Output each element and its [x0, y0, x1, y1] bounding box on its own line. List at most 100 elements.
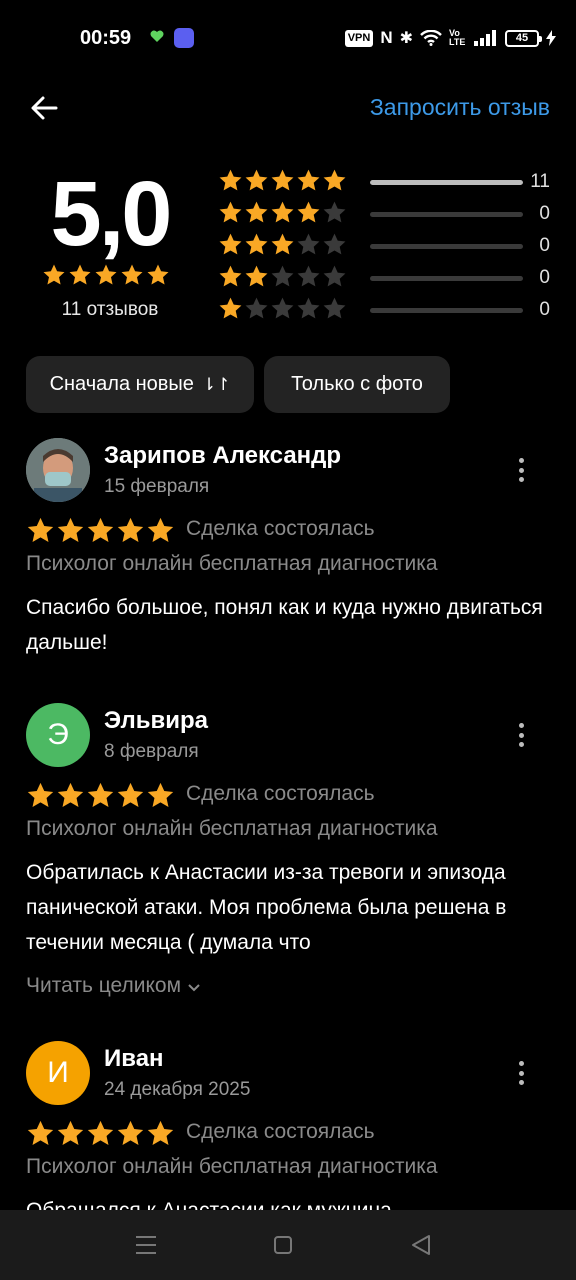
distribution-stars: [218, 264, 347, 289]
distribution-count: 0: [539, 203, 550, 224]
sort-label: Сначала новые: [49, 373, 194, 395]
star-empty-icon: [271, 265, 294, 287]
star-filled-icon: [219, 201, 242, 223]
distribution-stars: [218, 296, 347, 321]
distribution-row: 11: [218, 168, 554, 196]
star-empty-icon: [297, 233, 320, 255]
sort-arrows-icon: ⇂↾: [201, 374, 231, 394]
sort-newest-button[interactable]: Сначала новые ⇂↾: [26, 356, 254, 413]
avatar[interactable]: И: [26, 1041, 90, 1105]
star-empty-icon: [323, 201, 346, 223]
status-time: 00:59: [80, 27, 132, 49]
review-author: Эльвира: [104, 707, 208, 734]
distribution-row: 0: [218, 200, 554, 228]
star-filled-icon: [245, 233, 268, 255]
star-filled-icon: [323, 169, 346, 191]
more-options-icon[interactable]: [510, 456, 532, 484]
read-more-label: Читать целиком: [26, 974, 182, 997]
avatar-photo: [26, 438, 90, 502]
star-filled-icon: [57, 517, 84, 542]
heart-icon: [150, 30, 164, 42]
star-filled-icon: [147, 782, 174, 807]
star-filled-icon: [271, 169, 294, 191]
star-filled-icon: [245, 169, 268, 191]
home-icon[interactable]: [274, 1236, 292, 1254]
more-options-icon[interactable]: [510, 721, 532, 749]
chevron-down-icon: [188, 984, 200, 992]
distribution-count: 11: [530, 171, 550, 192]
review-stars: [26, 781, 175, 810]
star-filled-icon: [219, 265, 242, 287]
review-stars: [26, 516, 175, 545]
star-filled-icon: [95, 264, 117, 285]
avatar[interactable]: [26, 438, 90, 502]
distribution-count: 0: [539, 299, 550, 320]
back-arrow-icon[interactable]: [28, 90, 64, 126]
status-icons: VPN N ✱ Vo LTE 45: [344, 27, 556, 49]
review-service: Психолог онлайн бесплатная диагностика: [26, 817, 438, 840]
read-more-link[interactable]: Читать целиком: [26, 974, 201, 998]
request-review-link[interactable]: Запросить отзыв: [370, 94, 550, 121]
star-filled-icon: [147, 517, 174, 542]
reviews-count: 11 отзывов: [61, 299, 159, 320]
distribution-stars: [218, 168, 347, 193]
only-with-photo-button[interactable]: Только с фото: [264, 356, 450, 413]
review-service: Психолог онлайн бесплатная диагностика: [26, 552, 438, 575]
star-filled-icon: [117, 517, 144, 542]
review-text: Обратилась к Анастасии из-за тревоги и э…: [26, 861, 507, 954]
charging-icon: [546, 30, 556, 46]
bluetooth-icon: ✱: [399, 30, 413, 47]
review-date: 24 декабря 2025: [104, 1079, 251, 1100]
star-filled-icon: [27, 782, 54, 807]
star-filled-icon: [219, 297, 242, 319]
star-filled-icon: [69, 264, 91, 285]
review-stars: [26, 1119, 175, 1148]
star-filled-icon: [27, 1120, 54, 1145]
distribution-bar: [370, 212, 523, 217]
star-empty-icon: [271, 297, 294, 319]
star-empty-icon: [297, 297, 320, 319]
volte-icon: Vo LTE: [449, 28, 466, 47]
wifi-icon: [420, 30, 442, 46]
distribution-stars: [218, 232, 347, 257]
distribution-stars: [218, 200, 347, 225]
star-filled-icon: [147, 1120, 174, 1145]
star-filled-icon: [117, 782, 144, 807]
star-filled-icon: [57, 782, 84, 807]
back-triangle-icon[interactable]: [410, 1234, 432, 1256]
star-filled-icon: [245, 201, 268, 223]
deal-status: Сделка состоялась: [186, 782, 375, 805]
distribution-row: 0: [218, 232, 554, 260]
review-service: Психолог онлайн бесплатная диагностика: [26, 1155, 438, 1178]
star-filled-icon: [43, 264, 65, 285]
deal-status: Сделка состоялась: [186, 1120, 375, 1143]
star-filled-icon: [87, 782, 114, 807]
recent-apps-icon[interactable]: [136, 1236, 156, 1254]
star-filled-icon: [57, 1120, 84, 1145]
distribution-count: 0: [539, 235, 550, 256]
star-empty-icon: [323, 265, 346, 287]
star-empty-icon: [323, 233, 346, 255]
avatar[interactable]: Э: [26, 703, 90, 767]
star-filled-icon: [87, 1120, 114, 1145]
star-filled-icon: [219, 169, 242, 191]
star-filled-icon: [245, 265, 268, 287]
review-date: 15 февраля: [104, 476, 210, 497]
distribution-row: 0: [218, 296, 554, 324]
system-nav-bar: [0, 1210, 576, 1280]
star-filled-icon: [117, 1120, 144, 1145]
star-filled-icon: [147, 264, 169, 285]
star-empty-icon: [245, 297, 268, 319]
battery-icon: 45: [505, 29, 542, 47]
star-filled-icon: [297, 169, 320, 191]
photo-filter-label: Только с фото: [291, 373, 423, 395]
distribution-count: 0: [539, 267, 550, 288]
deal-status: Сделка состоялась: [186, 517, 375, 540]
star-empty-icon: [297, 265, 320, 287]
review-text: Спасибо большое, понял как и куда нужно …: [26, 596, 543, 654]
average-rating: 5,0: [50, 163, 173, 265]
more-options-icon[interactable]: [510, 1059, 532, 1087]
status-bar: 00:59 VPN N ✱ Vo LTE 45: [0, 0, 576, 62]
review-date: 8 февраля: [104, 741, 199, 762]
review-author: Иван: [104, 1045, 164, 1072]
